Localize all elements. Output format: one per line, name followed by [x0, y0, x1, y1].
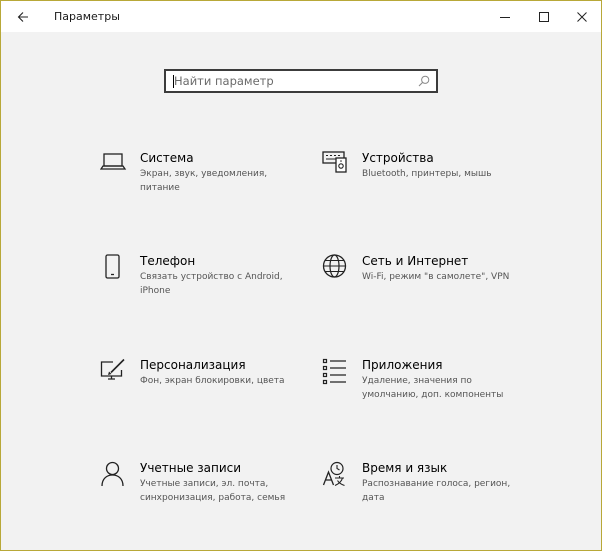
title-bar: Параметры	[1, 1, 601, 32]
category-name: Персонализация	[140, 358, 246, 372]
category-system[interactable]: Система Экран, звук, уведомления, питани…	[100, 151, 310, 223]
close-button[interactable]	[564, 1, 600, 32]
globe-icon	[322, 254, 352, 286]
person-icon	[100, 461, 130, 493]
category-description: Удаление, значения по умолчанию, доп. ко…	[362, 376, 504, 400]
category-personalization[interactable]: Персонализация Фон, экран блокировки, цв…	[100, 358, 310, 430]
category-network[interactable]: Сеть и Интернет Wi-Fi, режим "в самолете…	[322, 254, 532, 326]
category-phone[interactable]: Телефон Связать устройство с Android, iP…	[100, 254, 310, 326]
category-name: Телефон	[140, 254, 196, 268]
search-input[interactable]	[174, 71, 410, 91]
category-name: Приложения	[362, 358, 443, 372]
category-apps[interactable]: Приложения Удаление, значения по умолчан…	[322, 358, 532, 430]
minimize-button[interactable]	[487, 1, 523, 32]
category-accounts[interactable]: Учетные записи Учетные записи, эл. почта…	[100, 461, 310, 533]
category-description: Bluetooth, принтеры, мышь	[362, 169, 492, 179]
apps-icon	[322, 358, 352, 390]
category-description: Фон, экран блокировки, цвета	[140, 376, 285, 386]
search-button[interactable]	[416, 73, 432, 89]
time-language-icon	[322, 461, 352, 493]
category-name: Система	[140, 151, 194, 165]
maximize-button[interactable]	[526, 1, 562, 32]
close-icon	[577, 11, 587, 22]
window-title: Параметры	[54, 10, 120, 23]
maximize-icon	[539, 11, 549, 22]
devices-icon	[322, 151, 352, 183]
laptop-icon	[100, 151, 130, 183]
arrow-left-icon	[17, 11, 29, 23]
category-description: Распознавание голоса, регион, дата	[362, 479, 511, 503]
category-time-language[interactable]: Время и язык Распознавание голоса, регио…	[322, 461, 532, 533]
phone-icon	[100, 254, 130, 286]
minimize-icon	[500, 12, 510, 22]
category-name: Устройства	[362, 151, 434, 165]
back-button[interactable]	[1, 1, 45, 32]
category-name: Учетные записи	[140, 461, 242, 475]
search-box	[164, 69, 438, 93]
category-name: Время и язык	[362, 461, 448, 475]
category-name: Сеть и Интернет	[362, 254, 469, 268]
category-description: Wi-Fi, режим "в самолете", VPN	[362, 272, 510, 282]
category-devices[interactable]: Устройства Bluetooth, принтеры, мышь	[322, 151, 532, 223]
settings-window: Параметры Система	[0, 0, 602, 551]
category-description: Связать устройство с Android, iPhone	[140, 272, 283, 296]
personalization-icon	[100, 358, 130, 390]
category-description: Экран, звук, уведомления, питание	[140, 169, 268, 193]
search-icon	[418, 75, 430, 87]
category-description: Учетные записи, эл. почта, синхронизация…	[140, 479, 286, 503]
